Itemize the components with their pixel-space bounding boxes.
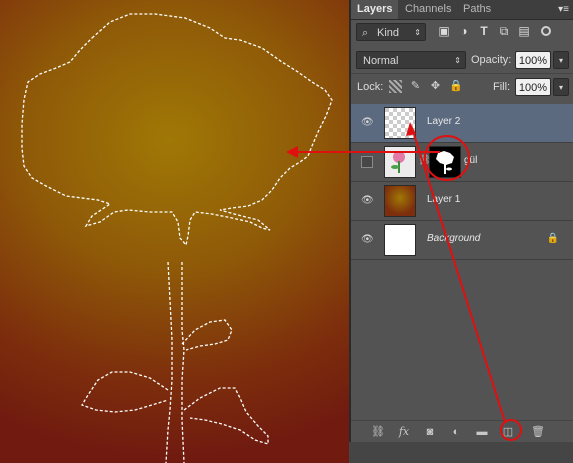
layer-row-gul[interactable]: ⛓ gül	[351, 143, 573, 182]
fill-label: Fill:	[493, 81, 511, 93]
filter-kind-label: Kind	[377, 27, 400, 39]
smartobject-filter-icon[interactable]: ▤	[517, 24, 531, 38]
layer-row-background[interactable]: 👁 Background 🔒	[351, 221, 573, 260]
panel-menu-icon[interactable]: ▾≡	[558, 0, 569, 19]
eye-icon[interactable]: 👁	[361, 234, 374, 246]
chevron-updown-icon: ⇕	[414, 28, 421, 37]
panel-bottom-bar	[349, 442, 573, 463]
layers-list: 👁 Layer 2 ⛓ gül 👁 Layer 1 👁 Background 🔒	[351, 104, 573, 420]
layer-row-layer1[interactable]: 👁 Layer 1	[351, 182, 573, 221]
new-layer-icon[interactable]: ◫	[501, 425, 515, 439]
layers-panel: Layers Channels Paths ▾≡ ⌕ Kind ⇕ ▣ ◑ T …	[349, 0, 573, 463]
lock-transparent-icon[interactable]	[389, 80, 402, 93]
trash-icon[interactable]: 🗑	[531, 425, 545, 439]
lock-all-icon[interactable]: 🔒	[449, 80, 463, 93]
layer-name: Background	[427, 233, 481, 244]
opacity-input[interactable]: 100%	[515, 51, 551, 69]
layer-name: Layer 2	[427, 116, 461, 127]
eye-icon[interactable]: 👁	[361, 117, 374, 129]
fx-icon[interactable]: fx	[397, 425, 411, 439]
fill-dropdown-icon[interactable]: ▾	[553, 78, 569, 96]
lock-pixels-icon[interactable]: ✎	[409, 80, 422, 93]
shape-filter-icon[interactable]: ⧉	[497, 24, 511, 38]
tab-layers[interactable]: Layers	[351, 0, 399, 19]
layers-footer: ⛓ fx ◙ ◐ ▬ ◫ 🗑	[351, 420, 573, 443]
layer-thumbnail	[384, 185, 416, 217]
layer-name: Layer 1	[427, 194, 461, 205]
add-mask-icon[interactable]: ◙	[423, 425, 437, 439]
lock-label: Lock:	[357, 81, 384, 93]
adjustment-filter-icon[interactable]: ◑	[457, 24, 471, 38]
document-canvas[interactable]	[0, 0, 349, 463]
adjustment-layer-icon[interactable]: ◐	[449, 425, 463, 439]
selection-marching-ants	[21, 13, 333, 463]
fill-input[interactable]: 100%	[515, 78, 551, 96]
eye-icon[interactable]: 👁	[361, 195, 374, 207]
panel-tabs: Layers Channels Paths ▾≡	[351, 0, 573, 20]
chevron-updown-icon: ⇕	[454, 56, 461, 65]
folder-icon[interactable]: ▬	[475, 425, 489, 439]
layer-thumbnail	[384, 224, 416, 256]
lock-icon: 🔒	[546, 233, 559, 244]
layer-thumbnail	[384, 146, 416, 178]
filter-toggle-icon[interactable]	[541, 26, 551, 36]
mask-silhouette-icon	[436, 151, 454, 174]
filter-row: ⌕ Kind ⇕ ▣ ◑ T ⧉ ▤	[351, 21, 573, 45]
rose-thumbnail-icon	[391, 151, 405, 173]
blend-mode-value: Normal	[363, 55, 399, 67]
layer-thumbnail	[384, 107, 416, 139]
opacity-label: Opacity:	[471, 54, 512, 66]
layer-row-layer2[interactable]: 👁 Layer 2	[351, 104, 573, 143]
blend-mode-dropdown[interactable]: Normal ⇕	[356, 51, 466, 69]
blend-row: Normal ⇕ Opacity: 100% ▾	[351, 49, 573, 74]
type-filter-icon[interactable]: T	[477, 24, 491, 38]
filter-kind-dropdown[interactable]: ⌕ Kind ⇕	[356, 23, 426, 41]
lock-position-icon[interactable]: ✥	[429, 80, 442, 93]
tab-paths[interactable]: Paths	[463, 0, 491, 19]
search-icon: ⌕	[362, 27, 369, 39]
lock-row: Lock: ✎ ✥ 🔒 Fill: 100% ▾	[351, 75, 573, 99]
link-layers-icon[interactable]: ⛓	[371, 425, 385, 439]
image-filter-icon[interactable]: ▣	[437, 24, 451, 38]
layer-mask-thumbnail[interactable]	[429, 146, 461, 178]
tab-channels[interactable]: Channels	[405, 0, 451, 19]
visibility-toggle[interactable]	[361, 156, 373, 168]
layer-name: gül	[464, 155, 478, 166]
opacity-dropdown-icon[interactable]: ▾	[553, 51, 569, 69]
